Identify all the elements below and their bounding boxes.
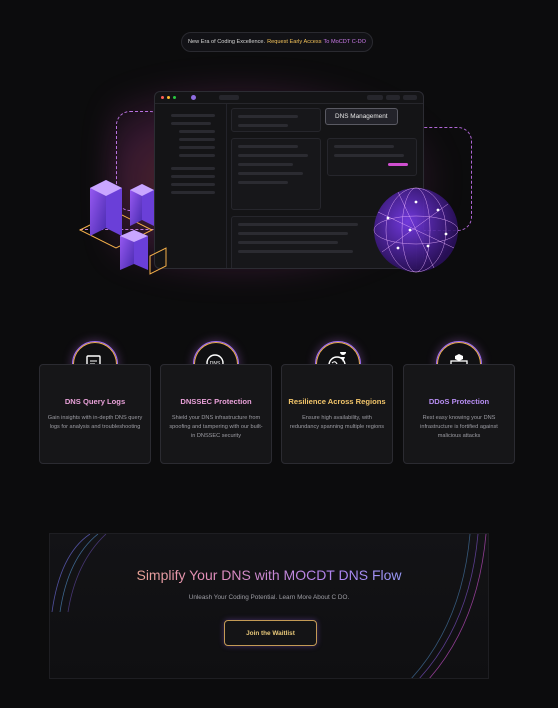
window-dot-yellow [167, 96, 170, 99]
globe-network-icon [373, 187, 459, 273]
feature-card-ddos-protection: DDoS Protection Rest easy knowing your D… [403, 364, 515, 464]
mockup-toolbar-pill [403, 95, 417, 100]
feature-description: Gain insights with in-depth DNS query lo… [47, 415, 143, 430]
cta-subtitle: Unleash Your Coding Potential. Learn Mor… [188, 594, 350, 601]
announcement-bar[interactable]: New Era of Coding Excellence. Request Ea… [181, 32, 373, 52]
feature-title: DNS Query Logs [64, 397, 126, 406]
avatar [191, 95, 196, 100]
feature-description: Ensure high availability, with redundanc… [289, 415, 385, 430]
cta-title: Simplify Your DNS with MOCDT DNS Flow [50, 567, 488, 583]
dns-management-tooltip: DNS Management [325, 108, 398, 125]
feature-title: DNSSEC Protection [180, 397, 252, 406]
server-buildings-icon [78, 180, 167, 275]
window-dot-green [173, 96, 176, 99]
feature-title: Resilience Across Regions [288, 397, 386, 406]
feature-description: Shield your DNS infrastructure from spoo… [169, 415, 263, 439]
window-dot-red [161, 96, 164, 99]
announcement-tail: To MoCDT C-DO [323, 39, 366, 45]
decorative-arcs-right [411, 534, 487, 678]
window-titlebar [155, 92, 423, 104]
feature-title: DDoS Protection [428, 397, 490, 406]
announcement-lead: New Era of Coding Excellence. [187, 39, 266, 45]
feature-description: Rest easy knowing your DNS infrastructur… [420, 415, 498, 439]
feature-card-dnssec-protection: DNSSEC Protection Shield your DNS infras… [160, 364, 272, 464]
join-waitlist-button[interactable]: Join the Waitlist [224, 620, 317, 646]
announcement-cta-link[interactable]: Request Early Access [267, 39, 321, 45]
mockup-toolbar-pill [367, 95, 383, 100]
feature-card-resilience: Resilience Across Regions Ensure high av… [281, 364, 393, 464]
mockup-search-bar [219, 95, 239, 100]
hero-illustration: DNS Management [70, 70, 490, 300]
cta-section: Simplify Your DNS with MOCDT DNS Flow Un… [49, 533, 489, 679]
mockup-toolbar-pill [386, 95, 400, 100]
feature-card-dns-query-logs: DNS Query Logs Gain insights with in-dep… [39, 364, 151, 464]
